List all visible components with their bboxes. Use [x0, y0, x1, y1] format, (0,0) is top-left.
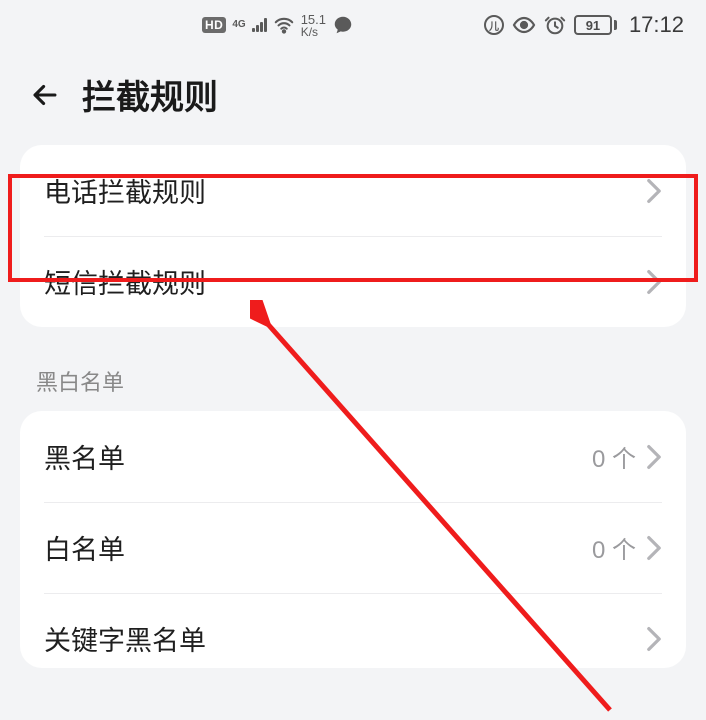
page-header: 拦截规则 [0, 40, 706, 145]
row-sms-block-rules[interactable]: 短信拦截规则 [20, 236, 686, 327]
block-rules-card: 电话拦截规则 短信拦截规则 [20, 145, 686, 327]
row-whitelist[interactable]: 白名单 0 个 [20, 502, 686, 593]
chevron-right-icon [646, 444, 662, 470]
signal-bars-icon [252, 18, 267, 32]
chevron-right-icon [646, 178, 662, 204]
row-label: 白名单 [44, 528, 125, 567]
row-label: 电话拦截规则 [44, 171, 206, 210]
alarm-clock-icon [544, 14, 566, 36]
eye-icon [512, 13, 536, 37]
row-value: 0 个 [592, 530, 636, 565]
battery-icon: 91 [574, 15, 617, 35]
network-speed: 15.1 K/s [301, 13, 326, 38]
chevron-right-icon [646, 535, 662, 561]
message-bubble-icon [332, 14, 354, 36]
section-title-lists: 黑白名单 [0, 347, 706, 411]
row-blacklist[interactable]: 黑名单 0 个 [20, 411, 686, 502]
status-bar: HD 4G 15.1 K/s 儿 91 17:12 [0, 0, 706, 40]
status-circle-icon: 儿 [484, 15, 504, 35]
row-label: 短信拦截规则 [44, 262, 206, 301]
row-label: 黑名单 [44, 437, 125, 476]
chevron-right-icon [646, 626, 662, 652]
wifi-icon [273, 14, 295, 36]
page-title: 拦截规则 [82, 70, 218, 119]
back-arrow-icon[interactable] [28, 78, 62, 112]
status-time: 17:12 [629, 12, 684, 38]
row-keyword-blacklist[interactable]: 关键字黑名单 [20, 593, 686, 668]
chevron-right-icon [646, 269, 662, 295]
hd-badge: HD [202, 17, 226, 33]
row-value: 0 个 [592, 439, 636, 474]
row-call-block-rules[interactable]: 电话拦截规则 [20, 145, 686, 236]
network-4g-icon: 4G [232, 20, 245, 30]
row-label: 关键字黑名单 [44, 619, 206, 658]
lists-card: 黑名单 0 个 白名单 0 个 关键字黑名单 [20, 411, 686, 668]
